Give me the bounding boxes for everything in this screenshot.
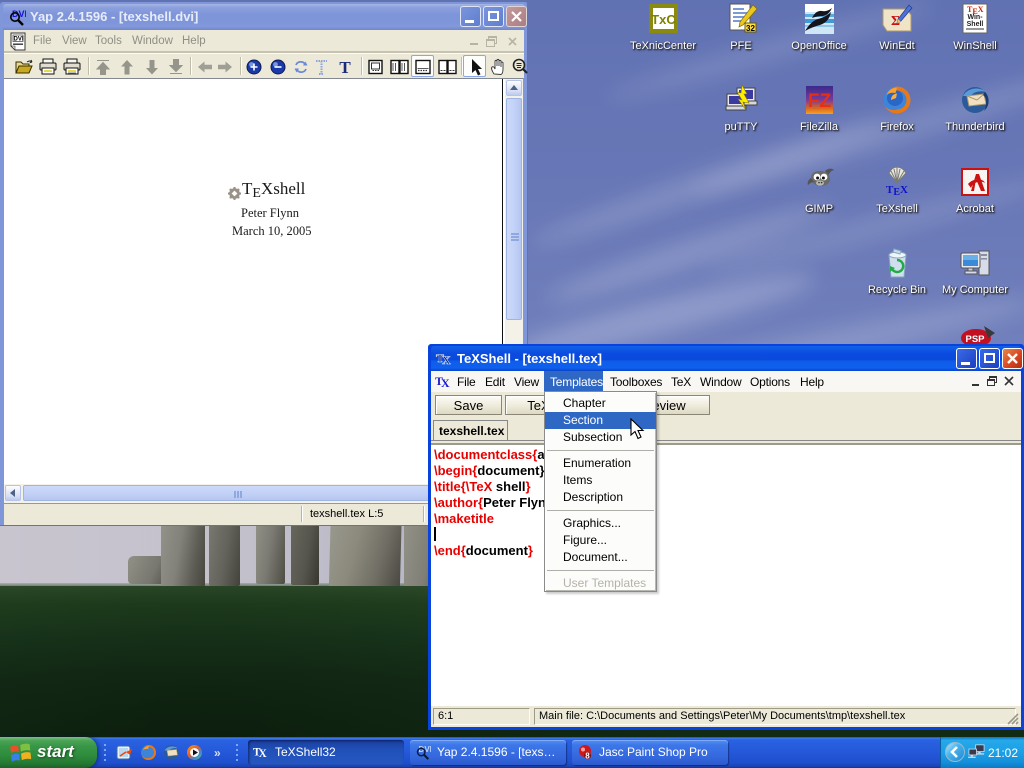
svg-text:8: 8 [585,752,590,761]
svg-text:X: X [441,376,450,390]
svg-text:X: X [442,353,451,367]
svg-text:Shell: Shell [966,21,983,28]
svg-text:DVI: DVI [14,37,24,43]
svg-text:32: 32 [746,24,755,33]
svg-text:TEX: TEX [886,184,908,198]
svg-text:X: X [259,748,268,760]
svg-text:FZ: FZ [807,91,831,112]
svg-text:TxC: TxC [651,12,676,27]
svg-text:Win-: Win- [967,14,983,21]
svg-text:T: T [339,58,351,77]
